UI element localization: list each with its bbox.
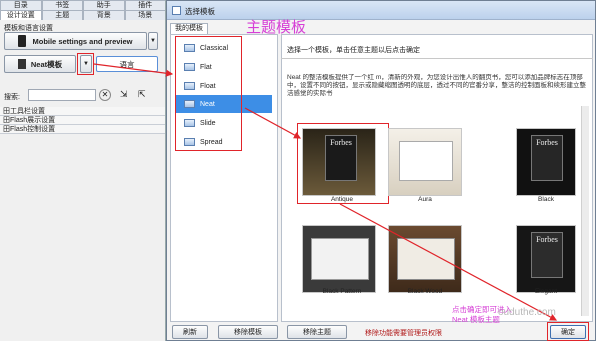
watermark: ouduthe.com	[498, 307, 556, 318]
arrow-to-template-list	[93, 63, 174, 77]
annotation-arrows	[93, 63, 558, 321]
arrow-to-ok	[339, 203, 558, 321]
admin-permission-note: 移除功能需要管理员权限	[365, 330, 442, 337]
remove-theme-button[interactable]: 移除主题	[287, 325, 347, 339]
remove-template-button[interactable]: 移除模板	[218, 325, 278, 339]
refresh-button[interactable]: 刷新	[172, 325, 208, 339]
ok-button-highlight	[547, 322, 589, 341]
arrow-to-theme	[244, 107, 302, 139]
